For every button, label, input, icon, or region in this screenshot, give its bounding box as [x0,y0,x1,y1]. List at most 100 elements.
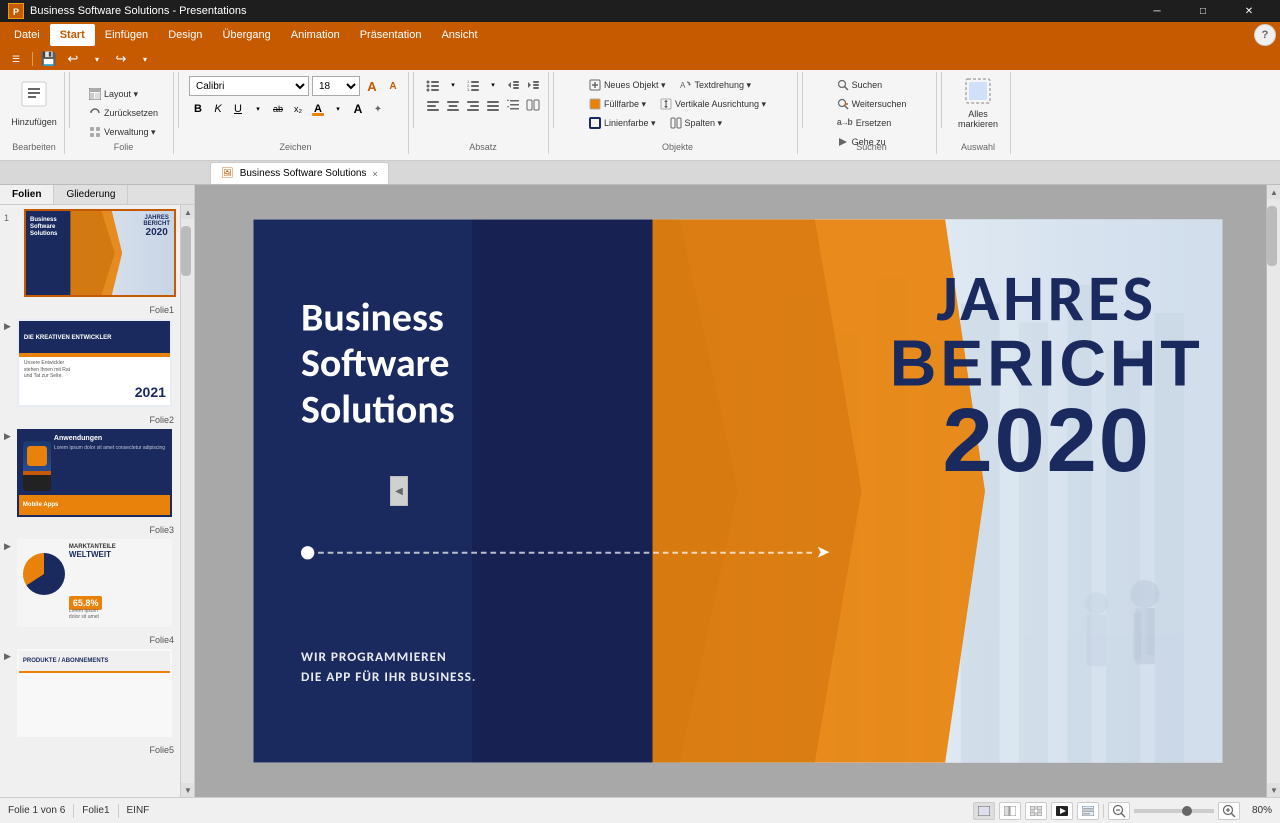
outline-view-button[interactable] [999,802,1021,820]
vscroll-thumb[interactable] [1267,206,1277,266]
clear-format-button[interactable]: ✦ [369,100,387,118]
italic-button[interactable]: K [209,100,227,118]
menu-design[interactable]: Design [158,24,212,46]
select-all-icon [964,77,992,107]
slide-item-5[interactable]: ▶ PRODUKTE / ABONNEMENTS [4,649,176,737]
fuellfarbe-button[interactable]: Füllfarbe ▾ [584,95,651,113]
undo-dropdown[interactable]: ▾ [87,49,107,69]
neues-objekt-button[interactable]: Neues Objekt ▾ [584,76,671,94]
textdrehung-button[interactable]: A Textdrehung ▾ [674,76,756,94]
indent-increase[interactable] [524,76,542,94]
alles-markieren-button[interactable]: Allesmarkieren [952,74,1004,132]
reading-view-button[interactable] [1077,802,1099,820]
weitersuchen-button[interactable]: Weitersuchen [832,95,912,113]
font-color-dropdown[interactable]: ▾ [329,100,347,118]
font-size-btn2[interactable]: A [349,100,367,118]
textdrehung-label: Textdrehung ▾ [694,80,751,91]
slide-label-4: Folie4 [4,635,174,645]
vscroll-up[interactable]: ▲ [1267,185,1280,199]
font-color-button[interactable]: A [309,100,327,118]
underline-button[interactable]: U [229,100,247,118]
zuruecksetzen-button[interactable]: Zurücksetzen [84,104,163,122]
zoom-slider[interactable] [1134,809,1214,813]
canvas-scroll-left[interactable]: ◀ [390,476,408,506]
align-center[interactable] [444,96,462,114]
close-button[interactable]: ✕ [1226,0,1272,22]
font-select[interactable]: Calibri [189,76,309,96]
svg-text:3.: 3. [467,87,470,92]
minimize-button[interactable]: ─ [1134,0,1180,22]
hinzufuegen-button[interactable]: Hinzufügen [8,74,60,132]
app-icon: P [8,3,24,19]
spalten-button[interactable]: Spalten ▾ [665,114,728,132]
font-size-increase[interactable]: A [363,77,381,95]
slide-label-3: Folie3 [4,525,174,535]
panel-scroll-down[interactable]: ▼ [181,783,194,797]
slide-thumb-2[interactable]: DIE KREATIVEN ENTWICKLER Unsere Entwickl… [17,319,172,407]
suchen-label: Suchen [852,80,883,90]
align-justify[interactable] [484,96,502,114]
slide-thumb-5[interactable]: PRODUKTE / ABONNEMENTS [17,649,172,737]
menu-start[interactable]: Start [50,24,95,46]
strikethrough-button[interactable]: ab [269,100,287,118]
help-button[interactable]: ? [1254,24,1276,46]
slide-thumb-4[interactable]: MARKTANTEILEWELTWEIT 65.8% Lorem ipsumdo… [17,539,172,627]
folien-tab[interactable]: Folien [0,185,54,204]
ordered-list-button[interactable]: 1.2.3. [464,76,482,94]
columns[interactable] [524,96,542,114]
layout-button[interactable]: Layout ▾ [84,85,143,103]
menu-datei[interactable]: Datei [4,24,50,46]
menu-ansicht[interactable]: Ansicht [431,24,487,46]
ribbon-group-zeichen: Calibri 18 A A B K U ▾ ab x₂ A [183,72,409,154]
menu-uebergang[interactable]: Übergang [212,24,280,46]
underline-dropdown[interactable]: ▾ [249,100,267,118]
slide-thumb-3[interactable]: Anwendungen Lorem ipsum dolor sit amet c… [17,429,172,517]
slideshow-view-button[interactable] [1051,802,1073,820]
slide-thumb-1[interactable]: BusinessSoftwareSolutions JAHRESBERICHT2… [24,209,176,297]
panel-scroll-up[interactable]: ▲ [181,205,194,219]
grid-view-button[interactable] [1025,802,1047,820]
qat-customize[interactable]: ☰ [6,49,26,69]
normal-view-button[interactable] [973,802,995,820]
panel-scroll-thumb[interactable] [181,226,191,276]
menu-einfuegen[interactable]: Einfügen [95,24,158,46]
document-tab[interactable]: 🖼 Business Software Solutions × [210,162,389,184]
vscroll-down[interactable]: ▼ [1267,783,1280,797]
list-dropdown[interactable]: ▾ [444,76,462,94]
align-left[interactable] [424,96,442,114]
menu-animation[interactable]: Animation [281,24,350,46]
vertikale-button[interactable]: Vertikale Ausrichtung ▾ [655,95,771,113]
font-size-select[interactable]: 18 [312,76,360,96]
menu-praesentation[interactable]: Präsentation [350,24,432,46]
linienfarbe-button[interactable]: Linienfarbe ▾ [584,114,661,132]
ersetzen-button[interactable]: a→b Ersetzen [832,114,912,132]
ordered-list-dropdown[interactable]: ▾ [484,76,502,94]
group-label-folie: Folie [74,142,173,152]
slide-title-line3: Solutions [301,387,455,433]
zoom-in-button[interactable] [1218,802,1240,820]
redo-dropdown[interactable]: ▾ [135,49,155,69]
bold-button[interactable]: B [189,100,207,118]
zoom-thumb[interactable] [1182,806,1192,816]
font-size-decrease[interactable]: A [384,77,402,95]
redo-button[interactable]: ↪ [111,49,131,69]
tab-close-button[interactable]: × [372,169,377,179]
verwaltung-button[interactable]: Verwaltung ▾ [84,123,161,141]
align-right[interactable] [464,96,482,114]
undo-button[interactable]: ↩ [63,49,83,69]
slide-item-1[interactable]: 1 BusinessSoftwareSolutions JAHRESBERICH… [4,209,176,297]
suchen-button[interactable]: Suchen [832,76,912,94]
slide-item-2[interactable]: ▶ DIE KREATIVEN ENTWICKLER Unsere Entwic… [4,319,176,407]
slide-item-3[interactable]: ▶ Anwendungen Lorem ipsum dolor sit amet… [4,429,176,517]
zoom-out-button[interactable] [1108,802,1130,820]
subscript-button[interactable]: x₂ [289,100,307,118]
indent-decrease[interactable] [504,76,522,94]
unordered-list-button[interactable] [424,76,442,94]
slide-icon-4: ▶ [4,541,11,552]
maximize-button[interactable]: □ [1180,0,1226,22]
save-button[interactable]: 💾 [39,49,59,69]
gliederung-tab[interactable]: Gliederung [54,185,128,204]
quick-access-toolbar: ☰ 💾 ↩ ▾ ↪ ▾ [0,48,1280,70]
line-spacing[interactable] [504,96,522,114]
slide-item-4[interactable]: ▶ MARKTANTEILEWELTWEIT 65.8% Lorem ipsum… [4,539,176,627]
